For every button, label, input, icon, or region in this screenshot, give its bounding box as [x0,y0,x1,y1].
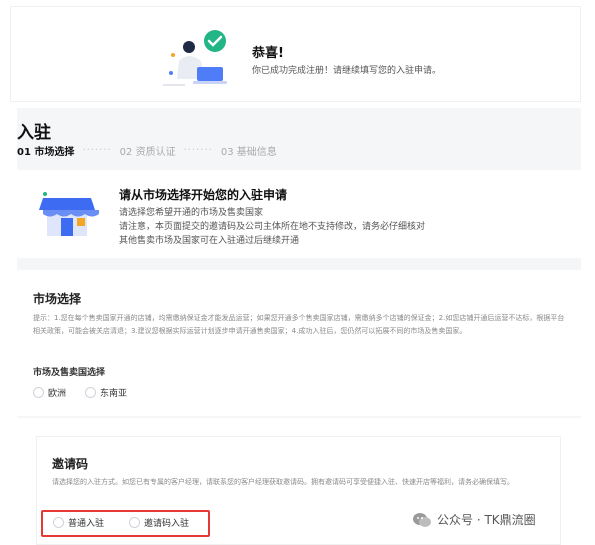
step-market-selection[interactable]: 01 市场选择 [17,143,74,158]
intro-line-2: 请注意，本页面提交的邀请码及公司主体所在地不支持修改，请务必仔细核对 [119,222,426,232]
highlight-annotation-box [41,510,210,537]
radio-southeast-asia[interactable]: 东南亚 [85,386,127,399]
step-qualification[interactable]: 02 资质认证 [120,143,176,158]
market-selection-card: 市场选择 提示：1.您在每个售卖国家开通的店铺，均需缴纳保证金才能发品运营；如果… [17,270,581,416]
watermark-text: 公众号 · TK鼎流圈 [437,513,536,527]
radio-europe[interactable]: 欧洲 [33,386,66,399]
region-label: 市场及售卖国选择 [33,368,106,378]
congrats-subtitle: 你已成功完成注册！请继续填写您的入驻申请。 [252,66,442,76]
market-section-title: 市场选择 [33,292,82,306]
success-banner: 恭喜! 你已成功完成注册！请继续填写您的入驻申请。 [10,6,581,102]
intro-title: 请从市场选择开始您的入驻申请 [119,188,288,202]
market-tip-text: 提示：1.您在每个售卖国家开通的店铺，均需缴纳保证金才能发品运营；如果您开通多个… [33,314,565,335]
step-separator: ······· [82,145,112,156]
invite-section-title: 邀请码 [52,457,89,471]
radio-southeast-asia-label: 东南亚 [100,389,128,399]
radio-circle-icon[interactable] [85,387,96,398]
watermark: 公众号 · TK鼎流圈 [413,511,536,528]
step-indicator: 01 市场选择 ······· 02 资质认证 ······· 03 基础信息 [17,143,277,158]
page-title: 入驻 [17,123,51,143]
radio-europe-label: 欧洲 [48,389,67,399]
radio-circle-icon[interactable] [33,387,44,398]
step-separator: ······· [183,145,213,156]
intro-line-3: 其他售卖市场及国家可在入驻通过后继续开通 [119,236,300,246]
storefront-icon [39,192,99,236]
wechat-icon [413,512,431,527]
invite-tip-text: 请选择您的入驻方式。如您已有专属的客户经理，请联系您的客户经理获取邀请码。拥有邀… [52,478,514,486]
congrats-title: 恭喜! [252,46,284,61]
intro-card: 请从市场选择开始您的入驻申请 请选择您希望开通的市场及售卖国家 请注意，本页面提… [17,170,581,258]
intro-line-1: 请选择您希望开通的市场及售卖国家 [119,208,264,218]
celebration-illustration-icon [163,30,227,86]
step-basic-info[interactable]: 03 基础信息 [221,143,277,158]
